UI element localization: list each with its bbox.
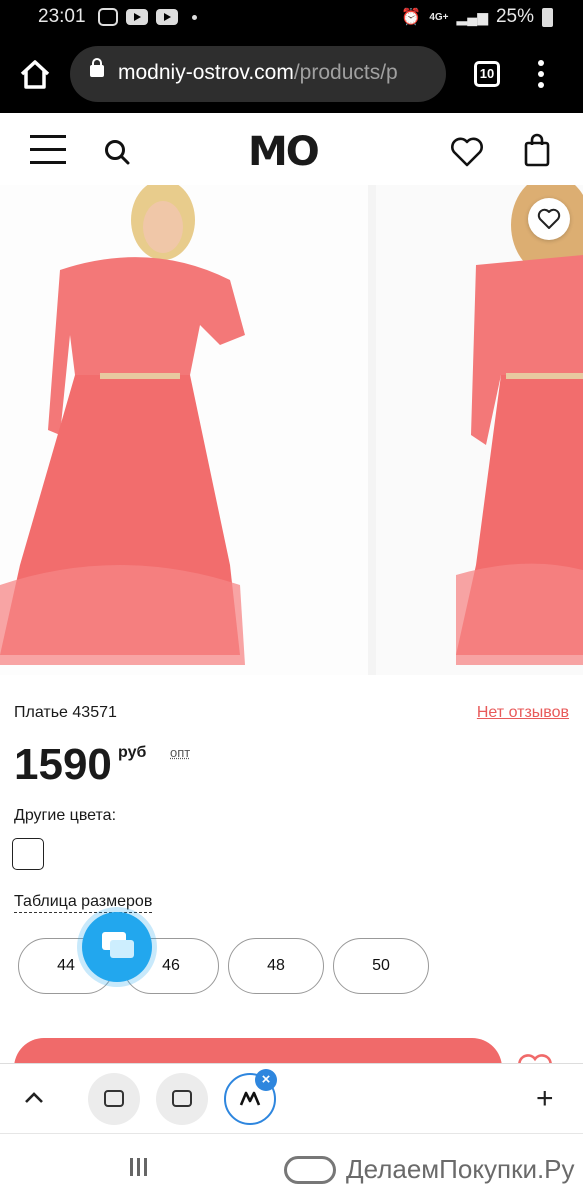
dress-model-photo xyxy=(456,185,583,665)
alarm-icon: ⏰ xyxy=(401,9,422,26)
chat-bubbles-icon xyxy=(102,932,134,958)
wholesale-link[interactable]: опт xyxy=(170,745,190,760)
status-time: 23:01 xyxy=(38,6,86,27)
product-photo[interactable] xyxy=(376,185,583,675)
url-domain: modniy-ostrov.com xyxy=(118,61,294,84)
system-nav-bar: ДелаемПокупки.Ру xyxy=(0,1133,583,1200)
chevron-up-icon[interactable] xyxy=(22,1086,46,1110)
product-photo[interactable] xyxy=(0,185,368,675)
close-tab-icon[interactable]: × xyxy=(255,1069,277,1091)
price-currency: руб xyxy=(118,744,147,761)
url-path: /products/p xyxy=(293,61,398,84)
product-gallery[interactable] xyxy=(0,185,583,675)
instagram-icon xyxy=(98,8,118,26)
menu-icon[interactable] xyxy=(30,135,66,165)
signal-icon: ▂▄▆ xyxy=(456,8,488,25)
other-colors-label: Другие цвета: xyxy=(14,807,117,824)
watermark-text: ДелаемПокупки.Ру xyxy=(346,1154,575,1184)
browser-chrome: 23:01 ⏰ 4G+ ▂▄▆ 25% modniy-ostrov.com/pr… xyxy=(0,0,583,113)
chat-button[interactable] xyxy=(82,912,152,982)
recents-icon[interactable] xyxy=(130,1158,154,1176)
browser-menu-icon[interactable] xyxy=(538,60,546,90)
more-notifications-icon xyxy=(192,14,197,20)
browser-tab-bar: + xyxy=(0,1063,583,1133)
cart-bag-icon[interactable] xyxy=(524,133,550,167)
site-logo[interactable]: MO xyxy=(248,129,320,175)
url-bar[interactable]: modniy-ostrov.com/products/p xyxy=(70,46,446,102)
color-swatch[interactable] xyxy=(12,838,44,870)
new-tab-plus-icon[interactable]: + xyxy=(536,1082,554,1116)
watermark-logo-icon xyxy=(284,1156,336,1184)
size-table-link[interactable]: Таблица размеров xyxy=(14,893,153,913)
search-icon[interactable] xyxy=(104,139,130,165)
wishlist-heart-icon[interactable] xyxy=(450,137,484,167)
status-bar: 23:01 ⏰ 4G+ ▂▄▆ 25% xyxy=(0,0,583,36)
lock-icon xyxy=(90,58,104,77)
url-text[interactable]: modniy-ostrov.com/products/p xyxy=(118,61,436,85)
status-right: ⏰ 4G+ ▂▄▆ 25% xyxy=(401,6,553,28)
size-option[interactable]: 50 xyxy=(333,938,429,994)
product-name: Платье 43571 xyxy=(14,704,117,721)
reviews-link[interactable]: Нет отзывов xyxy=(477,704,569,722)
tab-wallet-icon[interactable] xyxy=(88,1073,140,1125)
tabs-button[interactable]: 10 xyxy=(474,61,500,87)
add-to-favorites-button[interactable] xyxy=(528,198,570,240)
battery-percent: 25% xyxy=(495,6,534,27)
dress-model-photo xyxy=(0,185,245,665)
youtube-icon xyxy=(156,9,178,25)
heart-icon xyxy=(537,208,561,229)
size-option[interactable]: 48 xyxy=(228,938,324,994)
price-value: 1590 xyxy=(14,740,112,789)
notification-icons xyxy=(98,8,197,26)
tab-wallet-icon[interactable] xyxy=(156,1073,208,1125)
site-header: MO xyxy=(0,113,583,185)
network-type: 4G+ xyxy=(429,11,449,23)
home-icon[interactable] xyxy=(18,58,52,92)
youtube-icon xyxy=(126,9,148,25)
battery-icon xyxy=(542,7,553,27)
